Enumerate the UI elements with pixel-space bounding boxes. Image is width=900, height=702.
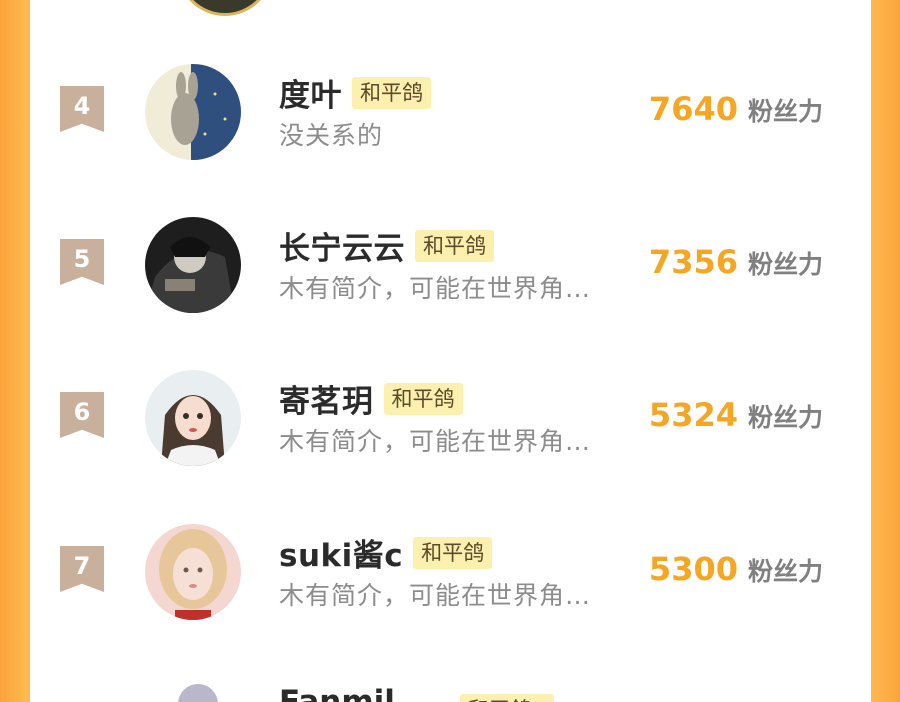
name-line: 度叶 和平鸽: [279, 70, 431, 115]
user-name[interactable]: 寄茗玥: [279, 376, 374, 421]
fan-power-score: 5324 粉丝力: [649, 396, 823, 434]
rank-badge: 5: [60, 239, 104, 285]
rank-badge: 7: [60, 546, 104, 592]
name-line: 长宁云云 和平鸽: [279, 223, 494, 268]
avatar[interactable]: [145, 217, 241, 313]
avatar[interactable]: [178, 684, 218, 702]
user-description: 木有简介，可能在世界角…: [279, 581, 592, 610]
user-tag: 和平鸽: [460, 694, 554, 702]
avatar[interactable]: [145, 524, 241, 620]
ranking-row[interactable]: 7 suki酱c 和平鸽 木有简介，可能在世界角… 5300 粉丝力: [30, 524, 871, 634]
fan-power-score: 5300 粉丝力: [649, 550, 823, 588]
score-value: 7356: [648, 243, 738, 281]
ranking-row[interactable]: 4 度叶 和平鸽 没关系的 7640 粉丝力: [30, 64, 871, 174]
rank-badge: 6: [60, 392, 104, 438]
rank-badge: 4: [60, 86, 104, 132]
avatar[interactable]: [145, 64, 241, 160]
user-description: 木有简介，可能在世界角…: [279, 427, 592, 456]
user-tag: 和平鸽: [413, 536, 493, 569]
user-description: 没关系的: [279, 121, 384, 150]
user-name[interactable]: suki酱c: [279, 530, 403, 575]
fan-power-score: 7640 粉丝力: [649, 90, 823, 128]
ranking-row[interactable]: 5 长宁云云 和平鸽 木有简介，可能在世界角… 7356 粉丝力: [30, 217, 871, 327]
ranking-row-partial[interactable]: Fanmil 和平鸽: [30, 676, 871, 702]
fan-power-score: 7356 粉丝力: [649, 243, 823, 281]
score-unit: 粉丝力: [747, 403, 823, 432]
user-name[interactable]: 度叶: [279, 70, 342, 115]
user-tag: 和平鸽: [415, 229, 494, 262]
user-name[interactable]: Fanmil: [279, 684, 395, 702]
avatar-cut-off[interactable]: [177, 0, 273, 16]
name-line: suki酱c 和平鸽: [279, 530, 493, 575]
ranking-panel: 4 度叶 和平鸽 没关系的 7640 粉丝力 5 长宁云云 和平鸽 木有简介，可…: [30, 0, 871, 702]
score-value: 5300: [648, 550, 738, 588]
avatar[interactable]: [145, 370, 241, 466]
ranking-row[interactable]: 6 寄茗玥 和平鸽 木有简介，可能在世界角… 5324 粉丝力: [30, 370, 871, 480]
name-line: 寄茗玥 和平鸽: [279, 376, 463, 421]
score-unit: 粉丝力: [747, 97, 823, 126]
user-tag: 和平鸽: [352, 76, 431, 109]
user-tag: 和平鸽: [383, 382, 463, 415]
user-description: 木有简介，可能在世界角…: [279, 274, 592, 303]
score-value: 5324: [648, 396, 738, 434]
user-name[interactable]: 长宁云云: [279, 223, 405, 268]
score-value: 7640: [648, 90, 738, 128]
score-unit: 粉丝力: [747, 557, 823, 586]
score-unit: 粉丝力: [747, 250, 823, 279]
